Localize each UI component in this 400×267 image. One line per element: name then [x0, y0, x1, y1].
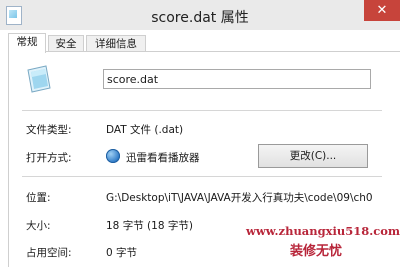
change-button[interactable]: 更改(C)...	[258, 144, 368, 168]
opens-with-label: 打开方式:	[26, 152, 72, 164]
tab-security[interactable]: 安全	[48, 35, 84, 52]
file-type-label: 文件类型:	[26, 124, 72, 136]
watermark-text: 装修无忧	[290, 244, 343, 259]
window-title: score.dat 属性	[151, 10, 249, 26]
file-icon	[27, 65, 51, 93]
divider	[22, 110, 382, 111]
size-value: 18 字节 (18 字节)	[106, 220, 193, 232]
close-button[interactable]: ✕	[364, 0, 400, 21]
divider	[22, 176, 382, 177]
watermark-url: www.zhuangxiu518.com	[246, 224, 400, 238]
opens-with-value: 迅雷看看播放器	[126, 152, 200, 164]
size-label: 大小:	[26, 220, 51, 232]
size-on-disk-label: 占用空间:	[26, 247, 72, 259]
xunlei-player-icon	[106, 149, 120, 163]
file-name-field[interactable]: score.dat	[103, 69, 371, 89]
tab-general[interactable]: 常规	[8, 33, 46, 53]
tab-details[interactable]: 详细信息	[86, 35, 146, 52]
title-bar: score.dat 属性 ✕	[0, 0, 400, 30]
file-type-value: DAT 文件 (.dat)	[106, 124, 184, 136]
location-label: 位置:	[26, 192, 51, 204]
size-on-disk-value: 0 字节	[106, 247, 138, 259]
location-value: G:\Desktop\iT\JAVA\JAVA开发入行真功夫\code\09\c…	[106, 192, 373, 204]
